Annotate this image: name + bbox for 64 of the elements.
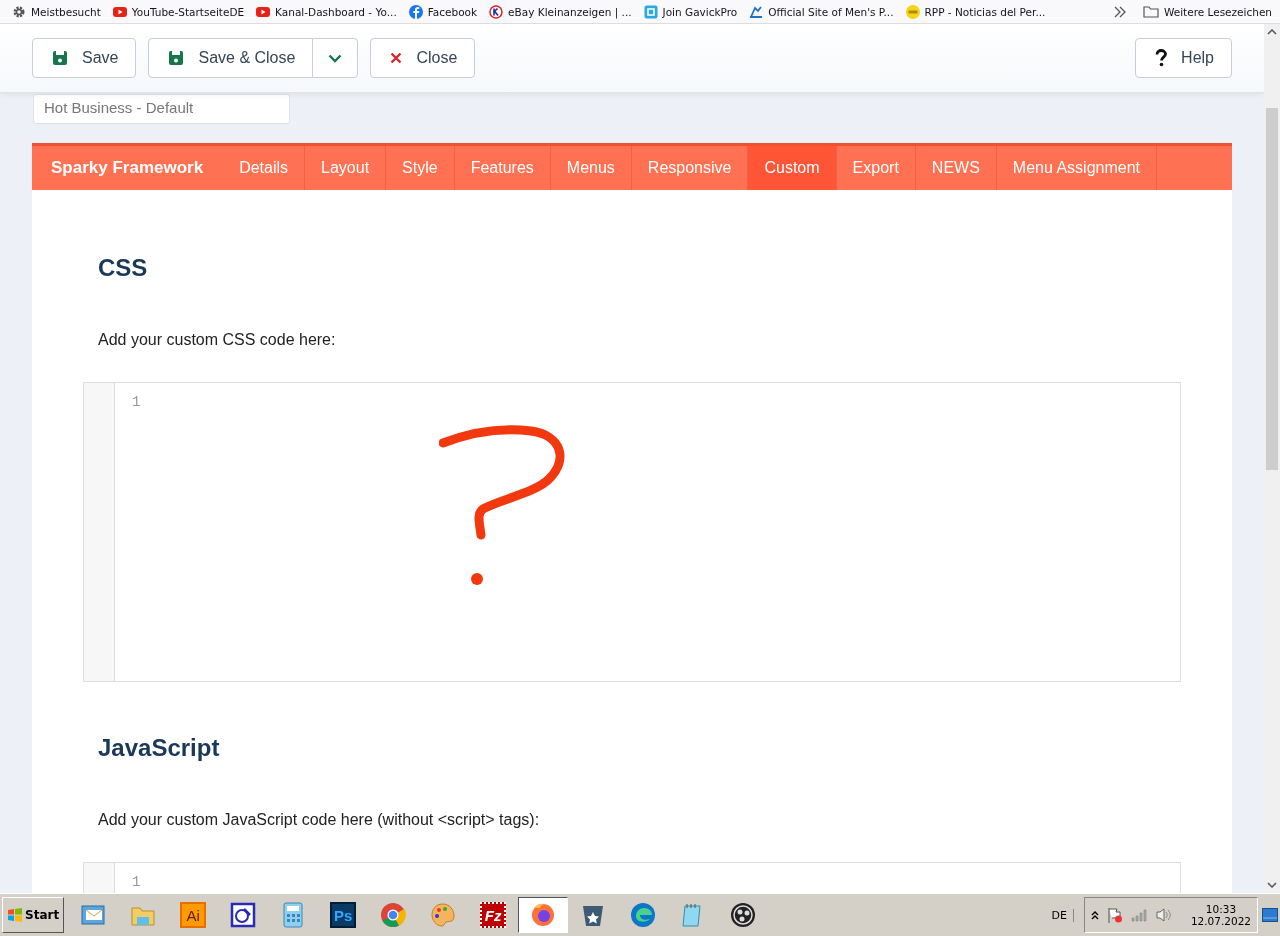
clock-time[interactable]: 10:33 <box>1205 903 1237 915</box>
app-logo: Fz <box>480 902 507 928</box>
scroll-down-icon[interactable] <box>1267 882 1277 888</box>
bookmark-item[interactable]: Join GavickPro <box>643 4 738 19</box>
start-button[interactable]: Start <box>2 897 65 933</box>
flag-error-icon[interactable] <box>1106 907 1123 923</box>
video-play-icon <box>112 4 127 19</box>
bookmark-item[interactable]: YouTube-StartseiteDE <box>112 4 245 19</box>
save-icon <box>52 50 68 66</box>
save-button[interactable]: Save & Close <box>148 38 314 78</box>
bookmark-item[interactable]: Meistbesucht <box>12 4 101 19</box>
bookmark-item[interactable]: Facebook <box>408 4 478 19</box>
scroll-up-icon[interactable] <box>1267 29 1277 35</box>
brand-title: Sparky Framework <box>50 157 205 179</box>
bookmark-item[interactable]: Kanal-Dashboard - Yo... <box>256 4 397 19</box>
round-logo-icon <box>905 4 920 19</box>
language-indicator[interactable]: DE <box>1051 908 1074 922</box>
bookmark-item[interactable]: RPP - Noticias del Per... <box>905 4 1046 19</box>
player-logo-icon <box>749 4 764 19</box>
video-play-icon <box>256 4 271 19</box>
facebook-icon <box>408 4 423 19</box>
taskbar-button[interactable]: Ai <box>168 897 219 933</box>
chevron-up-icon[interactable] <box>1090 910 1099 920</box>
bookmark-folder[interactable]: Weitere Lesezeichen <box>1142 5 1272 18</box>
windows-logo-icon <box>7 908 23 922</box>
close-icon <box>390 52 403 64</box>
bookmark-item[interactable]: Official Site of Men's P... <box>749 4 894 19</box>
signal-bars-icon[interactable] <box>1130 908 1147 922</box>
scrollbar-thumb[interactable] <box>1266 108 1278 470</box>
tool-window-icon <box>230 902 257 928</box>
bookmark-item[interactable]: eBay Kleinanzeigen | ... <box>489 4 632 19</box>
close-button[interactable]: Close <box>370 38 476 78</box>
section-description: Add your custom CSS code here: <box>98 330 337 350</box>
help-button[interactable]: Help <box>1135 38 1232 78</box>
scrollbar[interactable] <box>1264 24 1280 893</box>
speaker-icon[interactable] <box>1154 907 1173 923</box>
line-number: 1 <box>132 874 141 890</box>
fox-globe-icon <box>530 902 557 928</box>
gear-icon <box>12 4 26 19</box>
taskbar-button[interactable]: Ps <box>318 897 369 933</box>
mail-window-icon <box>80 902 107 928</box>
caret-icon <box>328 53 343 63</box>
style-select-field[interactable]: Hot Business - Default <box>33 94 290 124</box>
taskbar-button[interactable] <box>518 897 569 933</box>
square-logo-icon <box>643 4 658 19</box>
clock-date[interactable]: 12.07.2022 <box>1190 915 1251 927</box>
section-heading: JavaScript <box>98 734 221 762</box>
folder-icon <box>1142 5 1159 18</box>
app-logo: Ps <box>330 902 357 928</box>
section-description: Add your custom JavaScript code here (without <script> tags): <box>98 810 541 830</box>
save-button[interactable]: Save <box>32 38 137 78</box>
save-icon <box>168 50 185 66</box>
section-heading: CSS <box>98 254 149 282</box>
wave-browser-icon <box>630 902 657 928</box>
app-logo: Ai <box>180 902 207 928</box>
record-circle-icon <box>730 902 757 928</box>
show-desktop-icon[interactable] <box>1262 908 1278 922</box>
taskbar-button[interactable]: Fz <box>468 897 519 933</box>
circle-logo-icon <box>489 4 504 19</box>
chevrons-icon[interactable] <box>1112 5 1127 18</box>
question-icon <box>1155 49 1168 67</box>
browser-ball-icon <box>380 902 407 928</box>
line-number: 1 <box>132 394 141 410</box>
paint-palette-icon <box>430 902 457 928</box>
